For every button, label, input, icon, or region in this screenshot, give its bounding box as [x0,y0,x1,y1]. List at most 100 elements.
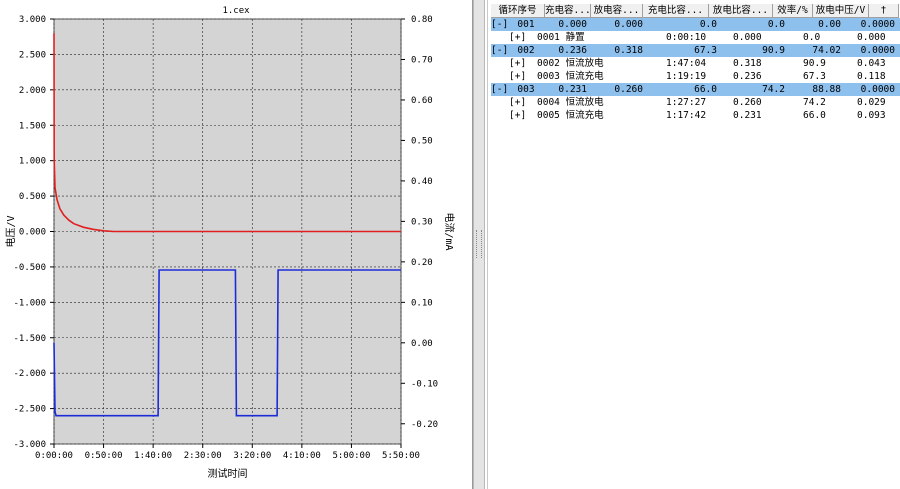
x-tick-label: 3:20:00 [233,451,271,461]
column-header[interactable]: † [869,4,899,18]
left-tick-label: -2.500 [13,405,46,415]
column-header[interactable]: 放电容... [591,4,643,18]
expand-toggle[interactable]: [+] [509,96,527,109]
table-cell: 0.231 [733,110,762,121]
chart-panel: 1.cex 3.000 2.500 2.000 1.500 1.000 0.500 0.00… [0,0,473,489]
left-tick-label: -1.000 [13,298,46,308]
table-cell: 0.236 [733,71,762,82]
table-cell: 0003 恒流充电 [537,71,604,82]
left-tick-label: 0.000 [19,228,46,238]
expand-toggle[interactable]: [+] [509,70,527,83]
table-cell: 0.0000 [860,84,895,95]
collapse-toggle[interactable]: [-] [491,44,509,57]
collapse-toggle[interactable]: [-] [491,18,509,31]
cycle-row[interactable]: [-] 002 0.236 0.318 67.3 90.9 74.02 0.0000 [491,44,900,57]
table-cell: 67.3 [694,45,717,56]
panel-splitter[interactable] [473,0,485,489]
x-tick-label: 1:40:00 [134,451,172,461]
left-tick-label: -2.000 [13,369,46,379]
table-cell: 0.029 [857,97,886,108]
table-cell: 0.000 [614,19,643,30]
left-tick-label: -3.000 [13,440,46,450]
right-tick-label: 0.70 [411,55,433,65]
table-cell: 74.2 [803,97,826,108]
x-tick-label: 5:00:00 [332,451,370,461]
column-header[interactable]: 充电比容... [643,4,709,18]
step-row[interactable]: [+] 0001 静置 0:00:10 0.000 0.0 0.000 [491,31,900,44]
step-row[interactable]: [+] 0002 恒流放电 1:47:04 0.318 90.9 0.043 [491,57,900,70]
voltage-current-chart[interactable]: 3.000 2.500 2.000 1.500 1.000 0.500 0.000 -0.50… [0,0,472,489]
table-cell: 003 [517,84,535,95]
column-header[interactable]: 放电比容... [709,4,773,18]
column-header[interactable]: 效率/% [773,4,813,18]
step-row[interactable]: [+] 0005 恒流充电 1:17:42 0.231 66.0 0.093 [491,109,900,122]
x-axis-label: 测试时间 [208,467,248,480]
collapse-toggle[interactable]: [-] [491,83,509,96]
column-header[interactable]: 放电中压/V [813,4,869,18]
splitter-grip-icon[interactable] [476,230,482,258]
table-cell: 0.0 [699,19,717,30]
left-tick-label: 1.500 [19,121,46,131]
left-axis-label: 电压/V [4,215,17,247]
left-tick-label: 0.500 [19,192,46,202]
table-cell: 0.000 [857,32,886,43]
expand-toggle[interactable]: [+] [509,31,527,44]
right-axis-label: 电流/mA [443,212,456,250]
table-cell: 74.2 [762,84,785,95]
right-tick-label: 0.60 [411,96,433,106]
table-cell: 0.0000 [860,45,895,56]
table-cell: 0.231 [558,84,587,95]
table-cell: 0.0000 [860,19,895,30]
x-tick-label: 5:50:00 [382,451,420,461]
table-cell: 0.093 [857,110,886,121]
table-cell: 67.3 [803,71,826,82]
right-tick-label: -0.20 [411,420,438,430]
x-tick-label: 4:10:00 [283,451,321,461]
right-tick-label: -0.10 [411,379,438,389]
table-cell: 0004 恒流放电 [537,97,604,108]
left-tick-label: 1.000 [19,157,46,167]
table-cell: 0.236 [558,45,587,56]
right-tick-label: 0.50 [411,136,433,146]
expand-toggle[interactable]: [+] [509,57,527,70]
table-cell: 0005 恒流充电 [537,110,604,121]
right-tick-label: 0.40 [411,177,433,187]
table-cell: 0:00:10 [666,32,707,43]
table-cell: 0001 静置 [537,32,585,43]
table-header-row: 循环序号 充电容... 放电容... 充电比容... 放电比容... 效率/% 放电中压/V… [491,4,900,18]
left-tick-label: -1.500 [13,334,46,344]
x-tick-label: 2:30:00 [184,451,222,461]
right-tick-label: 0.30 [411,217,433,227]
column-header[interactable]: 充电容... [545,4,591,18]
table-cell: 1:19:19 [666,71,707,82]
x-tick-label: 0:50:00 [85,451,123,461]
table-cell: 90.9 [762,45,785,56]
table-cell: 0.318 [733,58,762,69]
table-cell: 0.000 [558,19,587,30]
right-tick-label: 0.00 [411,339,433,349]
step-row[interactable]: [+] 0003 恒流充电 1:19:19 0.236 67.3 0.118 [491,70,900,83]
table-cell: 90.9 [803,58,826,69]
table-cell: 66.0 [694,84,717,95]
cycle-row[interactable]: [-] 001 0.000 0.000 0.0 0.0 0.00 0.0000 [491,18,900,31]
x-tick-label: 0:00:00 [35,451,73,461]
cycle-table-panel: 循环序号 充电容... 放电容... 充电比容... 放电比容... 效率/% 放电中压/V… [487,0,900,489]
expand-toggle[interactable]: [+] [509,109,527,122]
column-header[interactable]: 循环序号 [491,4,545,18]
table-cell: 002 [517,45,535,56]
table-cell: 0.000 [733,32,762,43]
right-tick-label: 0.10 [411,298,433,308]
table-cell: 88.88 [812,84,841,95]
step-row[interactable]: [+] 0004 恒流放电 1:27:27 0.260 74.2 0.029 [491,96,900,109]
table-cell: 1:27:27 [666,97,707,108]
table-cell: 0.260 [614,84,643,95]
table-cell: 0.0 [803,32,821,43]
left-tick-label: -0.500 [13,263,46,273]
left-tick-label: 3.000 [19,15,46,25]
left-tick-label: 2.000 [19,86,46,96]
cycle-row[interactable]: [-] 003 0.231 0.260 66.0 74.2 88.88 0.0000 [491,83,900,96]
left-tick-label: 2.500 [19,50,46,60]
table-cell: 0.118 [857,71,886,82]
right-tick-label: 0.80 [411,15,433,25]
table-cell: 1:47:04 [666,58,707,69]
